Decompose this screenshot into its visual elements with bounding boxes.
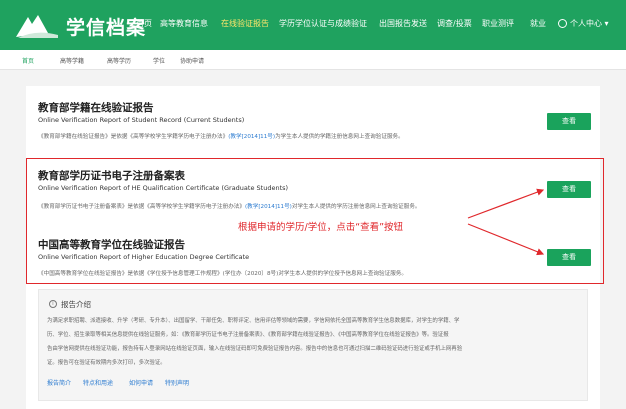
user-icon — [558, 19, 567, 28]
top-navigation-bar: 学信档案 首页 高等教育信息 在线验证报告 学历学位认证与成绩验证 出国报告发送… — [0, 0, 626, 50]
intro-text-line: 证。报告可在验证有效期内多次打印，多次验证。 — [47, 360, 166, 366]
view-button-student-record[interactable]: 查看 — [547, 113, 591, 130]
link-special-statement[interactable]: 特别声明 — [165, 378, 189, 387]
subnav-qualification[interactable]: 高等学历 — [107, 56, 131, 65]
intro-text-line: 为满足求职招聘、派遣接收、升学（考研、专升本）、出国留学、干部任免、职称评定、信… — [47, 318, 460, 324]
intro-text-line: 告由学信网提供在线验证功能，报告持有人登录网站在线验证页面，输入在线验证码即可免… — [47, 346, 463, 352]
subnav-home[interactable]: 首页 — [22, 56, 34, 65]
brand-title[interactable]: 学信档案 — [66, 13, 146, 40]
subnav-assist-apply[interactable]: 协助申请 — [180, 56, 204, 65]
nav-online-verification-report[interactable]: 在线验证报告 — [221, 18, 269, 29]
subnav-student-record[interactable]: 高等学籍 — [60, 56, 84, 65]
user-center-label: 个人中心 ▾ — [570, 19, 609, 28]
info-icon: i — [49, 300, 57, 308]
user-center-menu[interactable]: 个人中心 ▾ — [558, 18, 609, 29]
report-desc-student-record: 《教育部学籍在线验证报告》是依据《高等学校学生学籍学历电子注册办法》(教学[20… — [38, 134, 404, 140]
nav-higher-education-info[interactable]: 高等教育信息 — [160, 18, 208, 29]
report-intro-box: i 报告介绍 为满足求职招聘、派遣接收、升学（考研、专升本）、出国留学、干部任免… — [38, 289, 588, 401]
nav-career-assessment[interactable]: 职业测评 — [482, 18, 514, 29]
sub-navigation-bar: 首页 高等学籍 高等学历 学位 协助申请 — [0, 50, 626, 70]
link-features-usage[interactable]: 特点和用途 — [83, 378, 113, 387]
regulation-link[interactable]: (教学[2014]11号) — [228, 134, 275, 140]
nav-degree-certification[interactable]: 学历学位认证与成绩验证 — [279, 18, 367, 29]
link-how-to-apply[interactable]: 如何申请 — [129, 378, 153, 387]
intro-text-line: 历、学位、招生录取等相关信息提供在线验证服务，如：《教育部学历证书电子注册备案表… — [47, 332, 449, 338]
nav-overseas-report[interactable]: 出国报告发送 — [379, 18, 427, 29]
nav-home[interactable]: 首页 — [136, 18, 152, 29]
report-subtitle-student-record: Online Verification Report of Student Re… — [38, 116, 245, 124]
subnav-degree[interactable]: 学位 — [153, 56, 165, 65]
intro-title: 报告介绍 — [61, 300, 91, 309]
chsi-logo-icon[interactable] — [14, 11, 60, 41]
report-title-student-record: 教育部学籍在线验证报告 — [38, 102, 154, 114]
link-report-overview[interactable]: 报告简介 — [47, 378, 71, 387]
nav-employment[interactable]: 就业 — [530, 18, 546, 29]
annotation-text: 根据申请的学历/学位，点击“查看”按钮 — [236, 219, 406, 233]
nav-survey-vote[interactable]: 调查/投票 — [437, 18, 472, 29]
